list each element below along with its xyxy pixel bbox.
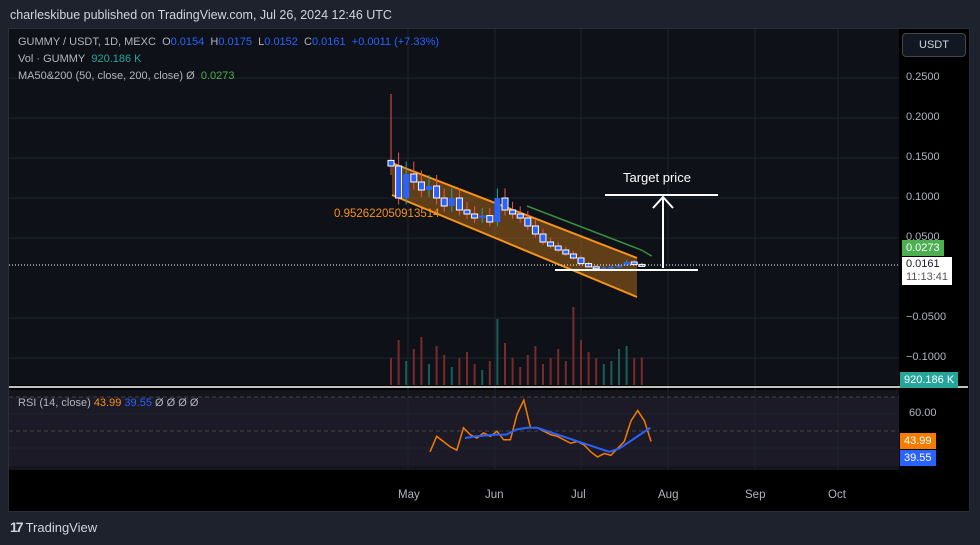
volume-bar [618, 349, 620, 385]
candle-body [494, 198, 501, 222]
candle-body [417, 181, 425, 191]
volume-bar [542, 364, 544, 385]
volume-bar [458, 358, 461, 385]
rsi-legend: RSI (14, close) 43.99 39.55 Ø Ø Ø Ø [18, 397, 199, 409]
volume-bar [390, 358, 392, 385]
candle-body [524, 217, 532, 227]
candle-body [440, 197, 448, 207]
volume-bar [412, 349, 415, 385]
volume-bar [595, 358, 598, 385]
volume-bar [511, 358, 514, 385]
candle-body [426, 186, 432, 190]
volume-bar [481, 370, 484, 385]
volume-bar [496, 319, 499, 385]
currency-button[interactable]: USDT [902, 33, 966, 57]
volume-bar [564, 361, 567, 385]
candle-body [410, 173, 418, 183]
last-price-tag: 0.0161 11:13:41 [902, 257, 952, 285]
ma-tag: 0.0273 [902, 240, 944, 256]
candle-body [395, 165, 403, 199]
symbol-legend: GUMMY / USDT, 1D, MEXC O0.0154 H0.0175 L… [18, 36, 440, 48]
volume-bar [602, 364, 605, 385]
time-axis-bg [9, 470, 899, 511]
volume-bar [534, 346, 537, 385]
ma-legend: MA50&200 (50, close, 200, close) Ø 0.027… [18, 70, 235, 82]
candle-body [479, 215, 486, 218]
volume-bar [633, 358, 636, 385]
price-tick: 0.1500 [906, 151, 940, 163]
time-tick: Aug [658, 489, 679, 501]
candle-body [577, 257, 585, 265]
rsi-tag: 43.99 [900, 433, 936, 449]
candle-body [630, 261, 638, 265]
time-tick: Sep [745, 489, 766, 501]
volume-bar [428, 364, 430, 385]
candle-body [592, 266, 600, 270]
time-tick: May [398, 489, 420, 501]
volume-bar [397, 340, 400, 385]
time-tick: Oct [828, 489, 846, 501]
candle-body [509, 209, 517, 215]
volume-tag: 920.186 K [900, 372, 959, 388]
price-tick: 0.2000 [906, 111, 940, 123]
candle-body [455, 197, 463, 211]
price-tick: 0.1000 [906, 191, 940, 203]
candle-body [387, 159, 395, 167]
volume-bar [466, 352, 468, 385]
tradingview-logo[interactable]: 17 TradingView [10, 519, 97, 535]
fib-label: 0.952622050913514 [334, 208, 440, 220]
volume-bar [519, 367, 522, 385]
volume-bar [587, 352, 590, 385]
price-tick: 0.2500 [906, 71, 940, 83]
volume-bar [557, 349, 560, 385]
rsi-ma-tag: 39.55 [900, 450, 936, 466]
time-tick: Jul [571, 489, 586, 501]
price-tick: −0.0500 [906, 311, 947, 323]
candle-body [448, 198, 455, 206]
candle-body [501, 197, 509, 211]
candle-body [531, 225, 539, 235]
volume-bar [405, 361, 408, 385]
volume-bar [420, 337, 423, 385]
volume-bar [580, 340, 582, 385]
rsi-axis-label: 60.00 [909, 407, 937, 419]
volume-bar [625, 346, 628, 385]
tv-logo-icon: 17 [10, 519, 24, 535]
candle-body [433, 185, 441, 199]
candle-body [463, 209, 471, 215]
candle-body [608, 266, 615, 269]
target-label: Target price [623, 170, 691, 185]
candle-body [403, 174, 410, 198]
volume-bar [504, 343, 506, 385]
volume-bar [526, 355, 529, 385]
candle-body [562, 249, 570, 255]
candle-body [539, 233, 547, 243]
volume-bar [610, 361, 613, 385]
volume-bar [572, 307, 575, 385]
volume-bar [443, 355, 446, 385]
candle-body [569, 253, 577, 259]
volume-bar [450, 367, 453, 385]
candle-body [516, 213, 524, 219]
volume-bar [640, 357, 643, 385]
candle-body [486, 215, 494, 223]
volume-bar [435, 346, 438, 385]
candle-body [547, 241, 555, 247]
candle-body [554, 245, 562, 251]
volume-bar [488, 361, 491, 385]
time-tick: Jun [485, 489, 504, 501]
price-tick: −0.1000 [906, 351, 947, 363]
candle-body [471, 213, 479, 219]
volume-bar [473, 364, 476, 385]
volume-legend: Vol · GUMMY 920.186 K [18, 53, 142, 65]
volume-bar [549, 358, 552, 385]
